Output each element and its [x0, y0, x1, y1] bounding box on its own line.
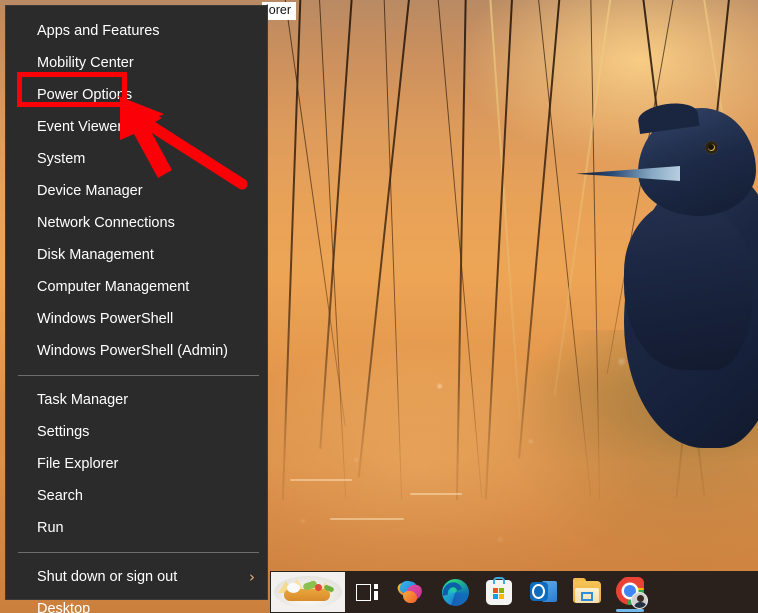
- active-app-indicator: [616, 609, 644, 612]
- menu-item-label: Computer Management: [37, 279, 190, 295]
- menu-item-mobility-center[interactable]: Mobility Center: [6, 47, 267, 79]
- menu-item-label: Mobility Center: [37, 55, 134, 71]
- menu-item-label: File Explorer: [37, 456, 119, 472]
- microsoft-365-button[interactable]: [389, 571, 433, 613]
- taskbar: [270, 571, 758, 613]
- menu-item-device-manager[interactable]: Device Manager: [6, 175, 267, 207]
- outlook-icon: [529, 580, 557, 604]
- heron-beak: [576, 166, 680, 181]
- outlook-button[interactable]: [521, 571, 565, 613]
- menu-item-power-options[interactable]: Power Options: [6, 79, 267, 111]
- search-box[interactable]: [271, 572, 345, 612]
- menu-group-tools: Task Manager Settings File Explorer Sear…: [6, 384, 267, 544]
- menu-item-label: Power Options: [37, 87, 133, 103]
- menu-item-windows-powershell-admin[interactable]: Windows PowerShell (Admin): [6, 335, 267, 367]
- menu-item-label: Task Manager: [37, 392, 129, 408]
- menu-item-computer-management[interactable]: Computer Management: [6, 271, 267, 303]
- menu-item-label: Settings: [37, 424, 90, 440]
- menu-item-task-manager[interactable]: Task Manager: [6, 384, 267, 416]
- search-thumbnail-image: [274, 576, 342, 608]
- heron-eye: [705, 141, 718, 154]
- microsoft-edge-button[interactable]: [433, 571, 477, 613]
- menu-item-apps-and-features[interactable]: Apps and Features: [6, 15, 267, 47]
- file-explorer-icon: [573, 577, 601, 604]
- menu-item-desktop[interactable]: Desktop: [6, 593, 267, 613]
- menu-item-label: Windows PowerShell: [37, 311, 174, 327]
- menu-item-file-explorer[interactable]: File Explorer: [6, 448, 267, 480]
- menu-item-label: Shut down or sign out: [37, 569, 178, 585]
- menu-item-label: Windows PowerShell (Admin): [37, 343, 228, 359]
- file-explorer-button[interactable]: [565, 571, 609, 613]
- menu-item-search[interactable]: Search: [6, 480, 267, 512]
- menu-item-run[interactable]: Run: [6, 512, 267, 544]
- menu-item-windows-powershell[interactable]: Windows PowerShell: [6, 303, 267, 335]
- menu-separator: [18, 375, 259, 376]
- screen: lorer Apps and Features Mobility Center …: [0, 0, 758, 613]
- menu-item-system[interactable]: System: [6, 143, 267, 175]
- menu-item-label: Event Viewer: [37, 119, 123, 135]
- menu-group-system: Apps and Features Mobility Center Power …: [6, 15, 267, 367]
- menu-separator: [18, 552, 259, 553]
- menu-item-shut-down-or-sign-out[interactable]: Shut down or sign out ›: [6, 561, 267, 593]
- heron-bird: [576, 99, 758, 448]
- chevron-right-icon: ›: [249, 567, 255, 586]
- menu-item-network-connections[interactable]: Network Connections: [6, 207, 267, 239]
- menu-item-settings[interactable]: Settings: [6, 416, 267, 448]
- menu-item-label: Device Manager: [37, 183, 143, 199]
- menu-item-label: Apps and Features: [37, 23, 160, 39]
- avatar: [631, 592, 648, 609]
- menu-item-label: Disk Management: [37, 247, 154, 263]
- microsoft-store-button[interactable]: [477, 571, 521, 613]
- menu-item-disk-management[interactable]: Disk Management: [6, 239, 267, 271]
- google-chrome-icon: [616, 577, 648, 609]
- menu-item-label: Desktop: [37, 601, 91, 613]
- menu-group-session: Shut down or sign out › Desktop: [6, 561, 267, 613]
- microsoft-store-icon: [486, 576, 512, 605]
- microsoft-edge-icon: [438, 578, 469, 606]
- menu-item-label: Run: [37, 520, 64, 536]
- menu-item-event-viewer[interactable]: Event Viewer: [6, 111, 267, 143]
- microsoft-365-icon: [396, 579, 424, 605]
- task-view-icon: [356, 583, 378, 601]
- menu-item-label: Network Connections: [37, 215, 175, 231]
- task-view-button[interactable]: [345, 571, 389, 613]
- menu-item-label: System: [37, 151, 86, 167]
- google-chrome-button[interactable]: [609, 571, 653, 613]
- menu-item-label: Search: [37, 488, 83, 504]
- winx-power-user-menu[interactable]: Apps and Features Mobility Center Power …: [5, 5, 268, 613]
